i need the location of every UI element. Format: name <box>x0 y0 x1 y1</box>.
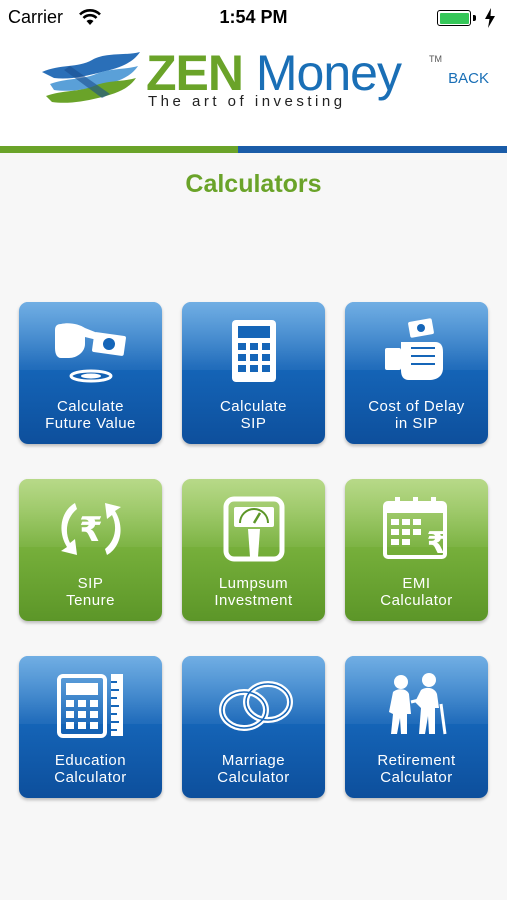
charging-icon <box>485 8 495 28</box>
tile-label: Lumpsum Investment <box>214 575 293 609</box>
tile-label: Education Calculator <box>54 752 127 786</box>
back-button[interactable]: BACK <box>448 70 489 87</box>
calculator-icon <box>232 320 276 382</box>
calendar-rupee-icon: ₹ <box>383 497 448 561</box>
trademark-mark: TM <box>429 54 442 64</box>
emi-calculator-tile[interactable]: ₹ EMI Calculator <box>345 479 488 621</box>
cost-of-delay-tile[interactable]: Cost of Delay in SIP <box>345 302 488 444</box>
svg-text:₹: ₹ <box>79 510 103 550</box>
battery-icon <box>437 10 471 26</box>
rings-icon <box>219 681 293 731</box>
header-divider <box>0 146 507 153</box>
hand-money-icon <box>55 323 126 383</box>
calculator-ruler-icon <box>57 674 123 738</box>
status-bar: Carrier 1:54 PM <box>0 0 507 36</box>
fist-money-icon <box>385 318 443 380</box>
divider-green <box>0 146 238 153</box>
tile-label: Calculate Future Value <box>45 398 136 432</box>
sip-tenure-tile[interactable]: ₹ SIP Tenure <box>19 479 162 621</box>
battery-tip <box>473 15 476 21</box>
app-header: ZEN Money TM The art of investing BACK <box>0 36 507 146</box>
education-calculator-tile[interactable]: Education Calculator <box>19 656 162 798</box>
tile-label: Retirement Calculator <box>377 752 456 786</box>
divider-blue <box>238 146 507 153</box>
tile-label: SIP Tenure <box>66 575 115 609</box>
tile-label: Cost of Delay in SIP <box>368 398 465 432</box>
zen-money-logo-icon <box>42 52 140 103</box>
elderly-couple-icon <box>389 673 447 735</box>
tile-label: Marriage Calculator <box>217 752 290 786</box>
rupee-cycle-icon: ₹ <box>61 503 121 555</box>
lumpsum-investment-tile[interactable]: Lumpsum Investment <box>182 479 325 621</box>
page-title: Calculators <box>185 170 322 198</box>
scale-icon <box>223 496 285 562</box>
calculate-sip-tile[interactable]: Calculate SIP <box>182 302 325 444</box>
future-value-tile[interactable]: Calculate Future Value <box>19 302 162 444</box>
marriage-calculator-tile[interactable]: Marriage Calculator <box>182 656 325 798</box>
status-time: 1:54 PM <box>219 7 288 27</box>
retirement-calculator-tile[interactable]: Retirement Calculator <box>345 656 488 798</box>
brand-wordmark: ZEN Money <box>146 48 402 98</box>
brand-tagline: The art of investing <box>148 93 346 110</box>
tile-label: Calculate SIP <box>219 398 288 432</box>
tile-label: EMI Calculator <box>380 575 453 609</box>
svg-text:₹: ₹ <box>427 526 448 561</box>
